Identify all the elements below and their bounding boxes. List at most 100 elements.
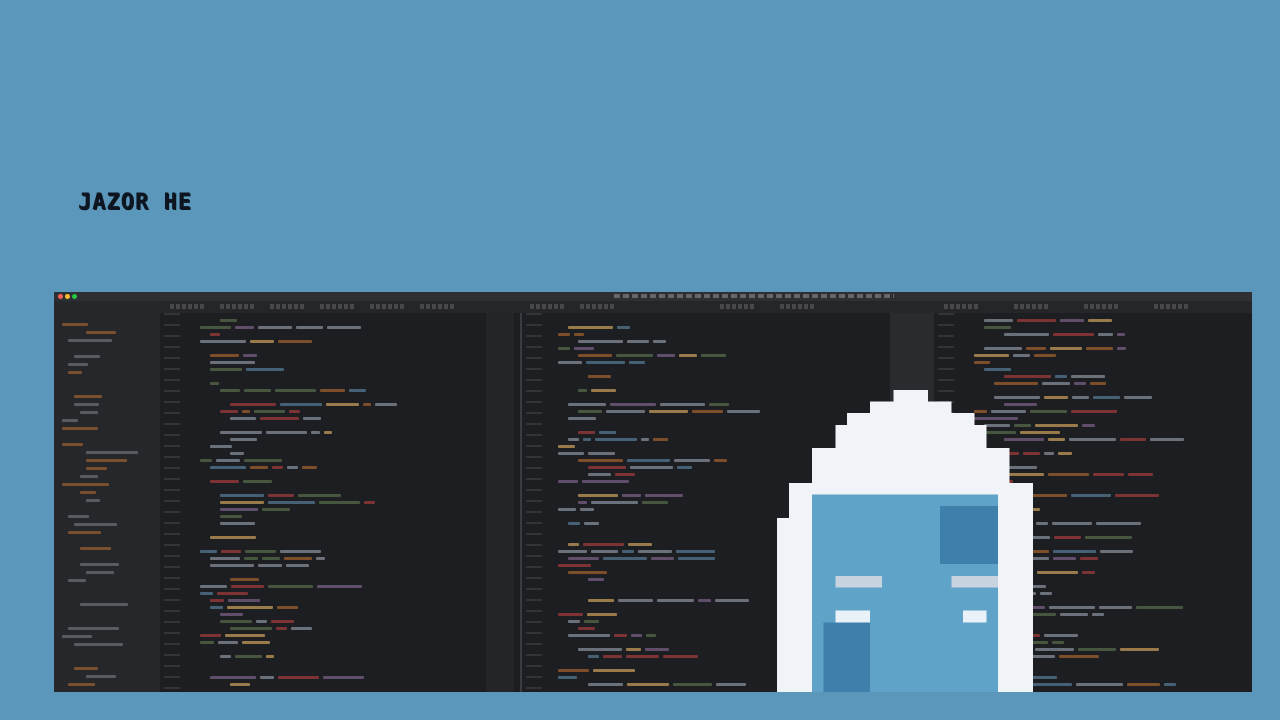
file-tree-item [80,411,98,414]
tab-bar-right [934,301,1252,313]
file-tree-item [86,451,138,454]
code-line [363,403,371,406]
code-line [220,431,262,434]
code-line [617,326,630,329]
code-line [584,522,599,525]
code-line [217,592,248,595]
code-line [280,550,321,553]
file-tree-item [80,491,96,494]
code-line [588,375,611,378]
code-line [568,417,596,420]
code-line [727,410,760,413]
code-line [210,368,242,371]
code-line [1099,606,1132,609]
code-line [1098,333,1113,336]
code-line [578,459,623,462]
file-tree-item [74,523,117,526]
code-line [268,494,294,497]
code-line [1115,494,1159,497]
avatar-pixel [870,401,952,414]
file-explorer-sidebar [54,301,160,692]
code-line [326,403,359,406]
code-line [591,501,638,504]
code-line [1071,494,1111,497]
code-line [994,382,1038,385]
code-line [1034,354,1056,357]
code-line [243,480,272,483]
file-tree-item [80,563,119,566]
code-line [1093,473,1124,476]
code-line [984,368,1011,371]
code-line [200,459,212,462]
code-line [984,326,1011,329]
code-line [210,333,220,336]
code-line [200,550,217,553]
code-line [1085,536,1132,539]
code-line [302,466,317,469]
code-line [1042,382,1070,385]
code-line [588,683,623,686]
code-line [230,438,257,441]
code-line [558,676,577,679]
code-line [244,459,282,462]
code-line [256,620,267,623]
editor-tab [370,304,406,309]
code-line [1080,557,1098,560]
window-title [614,294,894,298]
code-line [220,620,252,623]
editor-pane-left [160,313,520,692]
avatar-pixel [963,610,987,623]
code-line [603,557,647,560]
file-tree-item [68,515,89,518]
code-line [277,606,298,609]
code-line [220,389,240,392]
code-line [651,557,674,560]
code-line [642,501,668,504]
code-line [1036,522,1048,525]
avatar-pixel [835,610,871,623]
code-line [583,438,591,441]
code-line [1050,347,1082,350]
code-line [578,389,587,392]
code-line [1060,319,1084,322]
code-line [582,480,629,483]
code-line [1088,319,1112,322]
editor-tab [944,304,980,309]
code-line [1052,641,1064,644]
file-tree-item [62,419,78,422]
code-line [587,613,617,616]
code-line [578,501,587,504]
file-tree-item [62,323,88,326]
editor-tab [780,304,816,309]
code-line [974,361,990,364]
code-line [676,550,715,553]
avatar-pixel [846,413,975,425]
code-line [558,333,570,336]
code-line [627,683,669,686]
code-line [588,599,614,602]
code-line [210,480,239,483]
file-tree-item [74,395,102,398]
code-line [296,326,323,329]
code-line [1074,382,1086,385]
code-line [200,585,227,588]
code-line [558,564,591,567]
code-line [266,655,274,658]
code-line [266,431,307,434]
code-line [1037,571,1078,574]
code-line [653,438,668,441]
code-line [271,620,294,623]
code-line [568,557,599,560]
code-line [568,634,610,637]
code-line [268,585,313,588]
code-line [228,599,260,602]
code-line [324,431,332,434]
code-line [588,466,626,469]
code-line [627,340,649,343]
code-line [303,417,321,420]
code-line [230,683,250,686]
code-line [210,536,256,539]
code-line [974,354,1009,357]
code-line [1048,438,1065,441]
editor-tab [530,304,566,309]
